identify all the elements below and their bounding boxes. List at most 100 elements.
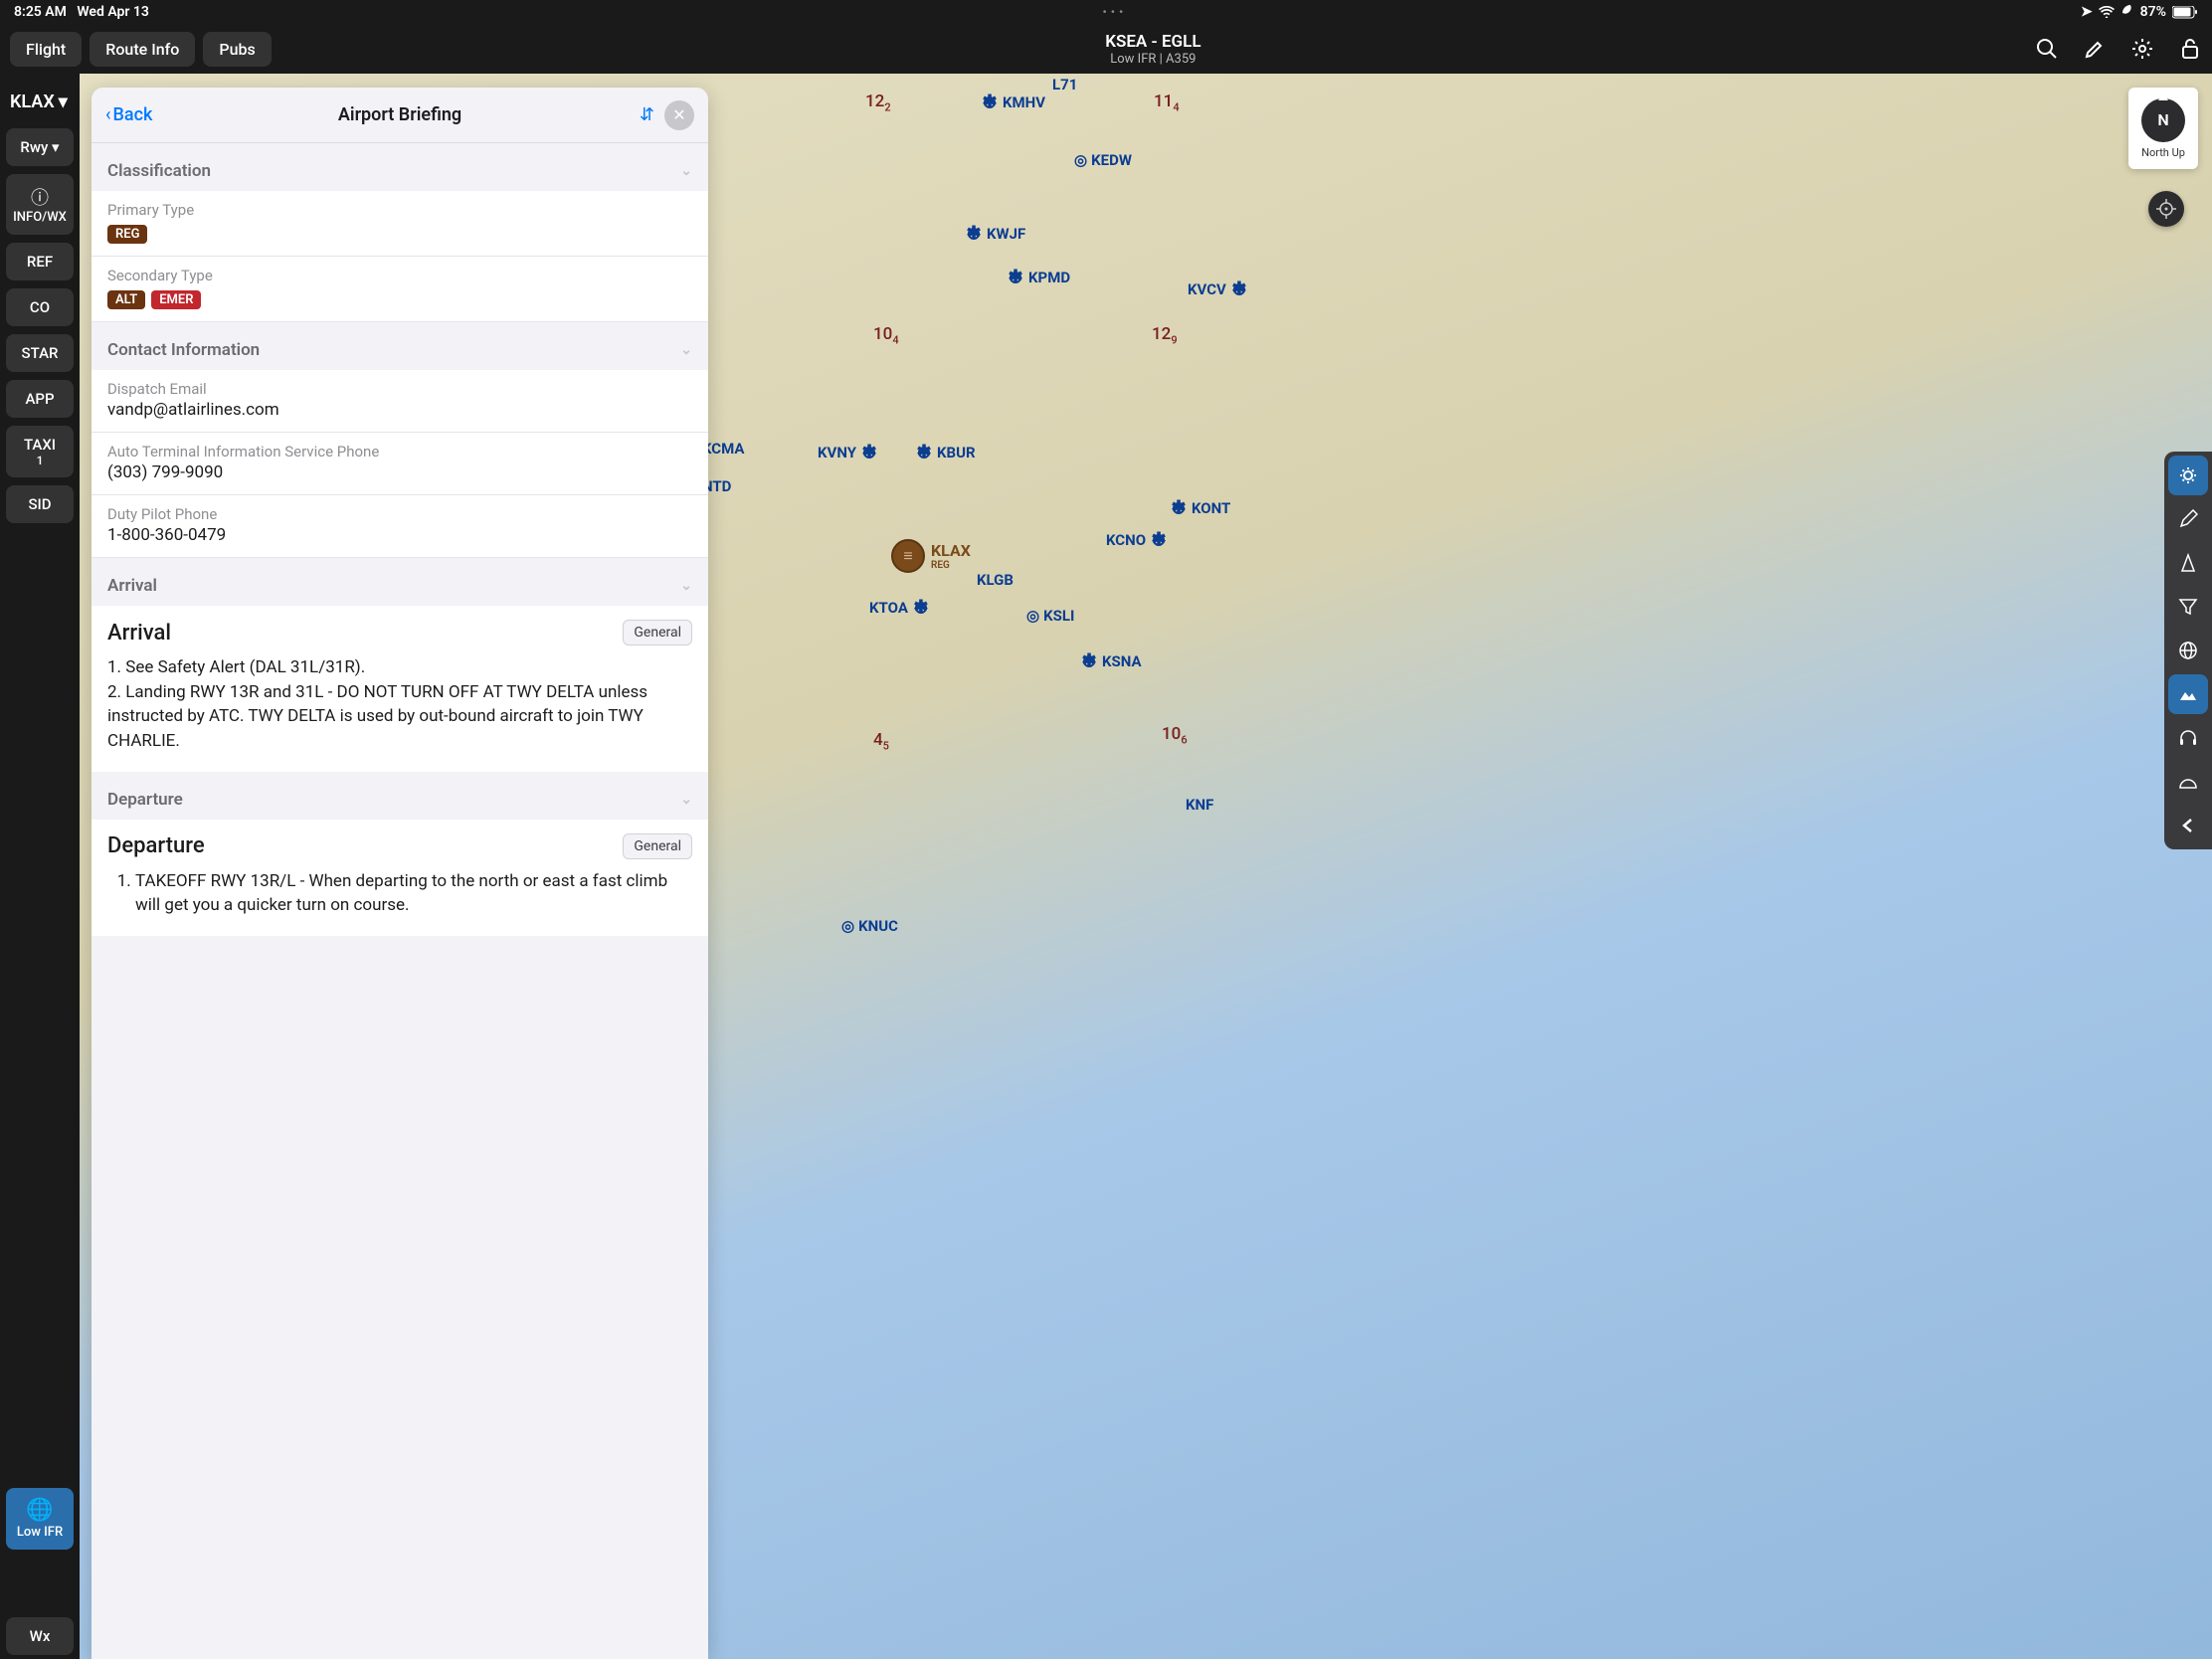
section-contact-header[interactable]: Contact Information⌄ (92, 322, 708, 370)
map-airport[interactable]: KLGB (977, 571, 1014, 589)
sidebar-info-wx[interactable]: ⓘINFO/WX (6, 174, 74, 235)
dispatch-email-value: vandp@atlairlines.com (107, 400, 692, 420)
compass-widget[interactable]: N North Up (2128, 88, 2198, 169)
wifi-icon (2099, 6, 2115, 18)
map-airport[interactable]: KSNA (1080, 652, 1142, 670)
airport-icon (915, 444, 933, 461)
sidebar-app[interactable]: APP (6, 380, 74, 418)
collapse-icon[interactable]: ⇵ (640, 104, 654, 125)
tool-protractor[interactable] (2168, 762, 2208, 802)
battery-percent: 87% (2140, 4, 2166, 20)
close-button[interactable]: ✕ (664, 100, 694, 130)
map-airport[interactable]: KCNO (1106, 531, 1168, 549)
chevron-down-icon: ▾ (59, 92, 68, 112)
sidebar-low-ifr[interactable]: 🌐Low IFR (6, 1488, 74, 1550)
secondary-type-label: Secondary Type (107, 267, 692, 284)
arrival-tag: General (623, 620, 692, 645)
airport-icon (1170, 499, 1188, 517)
search-icon[interactable] (2035, 37, 2059, 61)
map-airport[interactable]: KVCV (1188, 280, 1248, 298)
arrival-body: 1. See Safety Alert (DAL 31L/31R). 2. La… (107, 655, 692, 754)
map-airport[interactable]: L71 (1052, 76, 1077, 93)
map-airport[interactable]: KBUR (915, 444, 976, 461)
map-elevation: 129 (1152, 324, 1178, 346)
chevron-left-icon: ‹ (105, 104, 111, 125)
map-elevation: 122 (865, 92, 891, 113)
status-date: Wed Apr 13 (77, 4, 149, 20)
lock-icon[interactable] (2178, 37, 2202, 61)
tab-pubs[interactable]: Pubs (203, 32, 271, 67)
map-airport[interactable]: KWJF (965, 225, 1025, 243)
map-elevation: 106 (1162, 724, 1188, 746)
sidebar-co[interactable]: CO (6, 288, 74, 326)
compass-label: North Up (2141, 146, 2185, 159)
section-arrival-header[interactable]: Arrival⌄ (92, 558, 708, 606)
contact-duty-row: Duty Pilot Phone 1-800-360-0479 (92, 495, 708, 558)
status-right: ➤ 87% (2081, 4, 2198, 20)
tool-globe[interactable] (2168, 631, 2208, 670)
map-airport[interactable]: KMHV (981, 93, 1045, 111)
sidebar-star[interactable]: STAR (6, 334, 74, 372)
chevron-down-icon: ⌄ (680, 342, 692, 358)
map-airport[interactable]: KPMD (1007, 269, 1070, 286)
map-airport[interactable]: KVNY (818, 444, 878, 461)
badge-emer: EMER (151, 290, 201, 309)
back-button[interactable]: ‹ Back (105, 104, 152, 125)
location-icon: ➤ (2081, 4, 2093, 20)
info-icon: ⓘ (10, 184, 70, 210)
airport-briefing-panel: ‹ Back Airport Briefing ⇵ ✕ Classificati… (92, 88, 708, 1659)
map-airport[interactable]: ◎ KNUC (841, 917, 898, 935)
map-airport[interactable]: KTOA (869, 599, 930, 617)
sidebar-wx[interactable]: Wx (6, 1617, 74, 1655)
sidebar-ref[interactable]: REF (6, 243, 74, 280)
tool-north-up[interactable] (2168, 543, 2208, 583)
battery-icon (2172, 6, 2198, 19)
locate-button[interactable] (2148, 191, 2184, 227)
tool-pencil[interactable] (2168, 499, 2208, 539)
tool-filter[interactable] (2168, 587, 2208, 627)
arrival-content: Arrival General 1. See Safety Alert (DAL… (92, 606, 708, 772)
classification-secondary-row: Secondary Type ALT EMER (92, 257, 708, 322)
airport-icon (860, 444, 878, 461)
map-airport[interactable]: KCMA (702, 440, 744, 458)
panel-body[interactable]: Classification⌄ Primary Type REG Seconda… (92, 143, 708, 1659)
section-departure-header[interactable]: Departure⌄ (92, 772, 708, 820)
airport-icon (1230, 280, 1248, 298)
top-tabs: Flight Route Info Pubs (10, 32, 272, 67)
map-airport[interactable]: KNF (1186, 796, 1213, 814)
status-left: 8:25 AM Wed Apr 13 (14, 4, 149, 20)
airport-icon (965, 225, 983, 243)
section-classification-header[interactable]: Classification⌄ (92, 143, 708, 191)
map-airport[interactable]: ◎ KSLI (1026, 607, 1074, 625)
airport-icon (912, 599, 930, 617)
map-airport[interactable]: ◎ KEDW (1074, 151, 1132, 169)
map-airport[interactable]: KONT (1170, 499, 1230, 517)
top-actions (2035, 37, 2202, 61)
tool-headset[interactable] (2168, 718, 2208, 758)
airport-selector[interactable]: KLAX ▾ (0, 74, 80, 124)
panel-title: Airport Briefing (338, 104, 461, 125)
tool-collapse[interactable] (2168, 806, 2208, 845)
settings-icon[interactable] (2130, 37, 2154, 61)
departure-title: Departure (107, 833, 205, 858)
primary-type-label: Primary Type (107, 201, 692, 219)
atis-phone-value: (303) 799-9090 (107, 462, 692, 482)
tool-terrain[interactable] (2168, 674, 2208, 714)
tool-layers[interactable] (2168, 456, 2208, 495)
klax-sublabel: REG (931, 560, 971, 571)
sidebar-taxi[interactable]: TAXI1 (6, 426, 74, 477)
map-airport-klax[interactable]: ≡ KLAXREG (891, 539, 971, 573)
highlighter-icon[interactable] (2083, 37, 2107, 61)
sidebar-sid[interactable]: SID (6, 485, 74, 523)
map-tools-panel (2164, 452, 2212, 849)
klax-label: KLAX (931, 541, 971, 560)
map-elevation: 104 (873, 324, 899, 346)
chevron-down-icon: ⌄ (680, 792, 692, 808)
tab-flight[interactable]: Flight (10, 32, 82, 67)
sidebar-rwy[interactable]: Rwy ▾ (6, 128, 74, 166)
departure-item-1: TAKEOFF RWY 13R/L - When departing to th… (135, 869, 692, 918)
airport-icon (1007, 269, 1024, 286)
tab-route-info[interactable]: Route Info (90, 32, 195, 67)
airport-icon (1080, 652, 1098, 670)
map-elevation: 45 (873, 730, 889, 752)
